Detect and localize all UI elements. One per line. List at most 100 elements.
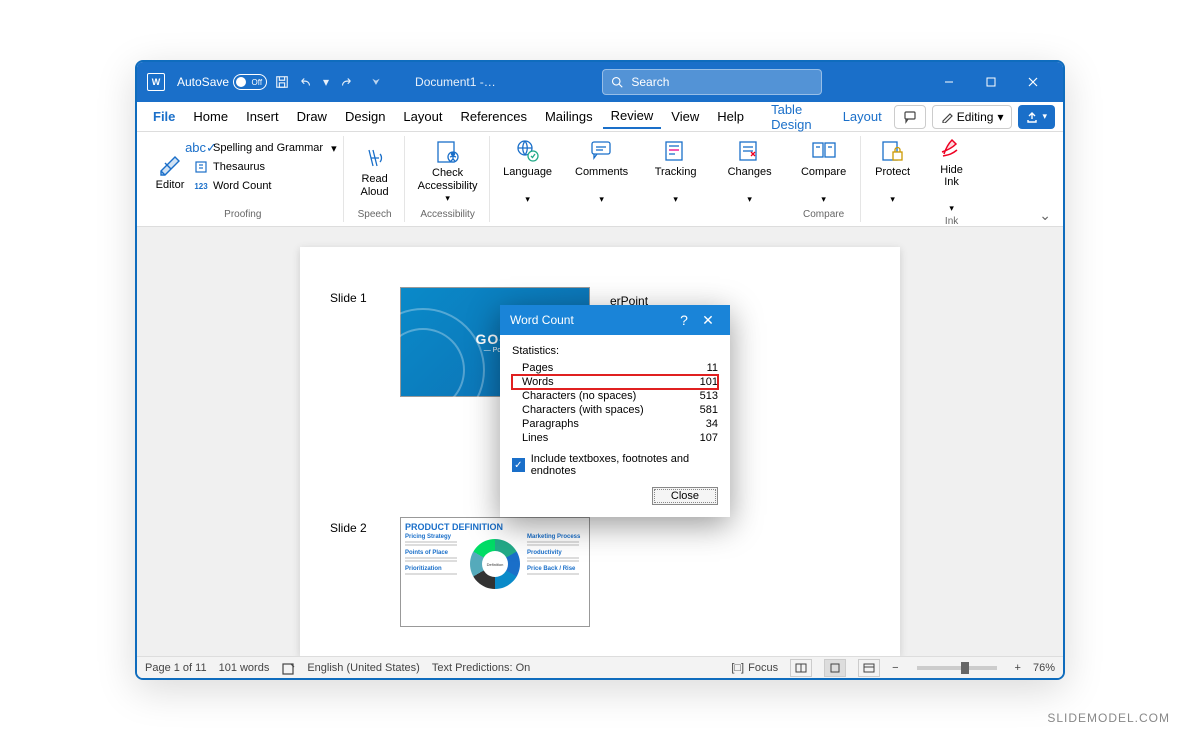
status-bar: Page 1 of 11 101 words English (United S… (137, 656, 1063, 678)
web-layout-view-button[interactable] (858, 659, 880, 677)
check-accessibility-button[interactable]: Check Accessibility ▾ (413, 136, 483, 207)
accessibility-icon (435, 139, 461, 165)
read-aloud-icon (362, 145, 388, 171)
chevron-down-icon: ▾ (821, 195, 826, 205)
read-mode-view-button[interactable] (790, 659, 812, 677)
comments-icon (589, 138, 615, 164)
checkbox-checked-icon: ✓ (512, 458, 525, 472)
tab-view[interactable]: View (663, 105, 707, 128)
dialog-close-button[interactable]: ✕ (696, 312, 720, 329)
qat-customize-icon[interactable]: ⮟ (367, 73, 385, 91)
editing-mode-dropdown[interactable]: Editing ▾ (932, 105, 1013, 129)
document-name[interactable]: Document1 -… (415, 75, 496, 89)
zoom-slider[interactable] (917, 666, 997, 670)
tab-home[interactable]: Home (185, 105, 236, 128)
stat-row-chars-space: Characters (with spaces)581 (512, 403, 718, 417)
group-proofing: Editor abc✓Spelling and Grammar▾ Thesaur… (143, 136, 344, 222)
thesaurus-icon (193, 159, 209, 175)
status-proofing-icon[interactable] (281, 661, 295, 675)
tab-file[interactable]: File (145, 105, 183, 128)
window-controls (929, 68, 1053, 96)
editor-icon (157, 151, 183, 177)
comments-button[interactable]: Comments▾ (572, 136, 632, 207)
protect-button[interactable]: Protect▾ (869, 136, 917, 207)
zoom-in-button[interactable]: + (1015, 662, 1021, 674)
stat-row-pages: Pages11 (512, 361, 718, 375)
group-tracking: Tracking▾ (640, 136, 712, 222)
chevron-down-icon: ▾ (1042, 111, 1047, 122)
thesaurus-button[interactable]: Thesaurus (193, 159, 337, 175)
autosave-toggle[interactable]: AutoSave Off (177, 74, 267, 90)
dialog-title-bar[interactable]: Word Count ? ✕ (500, 305, 730, 335)
include-textboxes-checkbox[interactable]: ✓ Include textboxes, footnotes and endno… (512, 453, 718, 477)
hide-ink-button[interactable]: Hide Ink▾ (931, 136, 973, 214)
share-button[interactable]: ▾ (1018, 105, 1055, 129)
collapse-ribbon-button[interactable]: ⌄ (1039, 207, 1051, 224)
tab-references[interactable]: References (452, 105, 534, 128)
tab-layout[interactable]: Layout (395, 105, 450, 128)
group-protect: Protect▾ (863, 136, 923, 222)
minimize-button[interactable] (929, 68, 969, 96)
group-label-speech: Speech (358, 207, 392, 222)
dialog-body: Statistics: Pages11 Words101 Characters … (500, 335, 730, 517)
tab-draw[interactable]: Draw (289, 105, 335, 128)
undo-dropdown-icon[interactable]: ▾ (321, 73, 331, 91)
group-comments: Comments▾ (566, 136, 638, 222)
group-label-proofing: Proofing (224, 207, 261, 222)
zoom-out-button[interactable]: − (892, 662, 898, 674)
tracking-button[interactable]: Tracking▾ (646, 136, 706, 207)
dialog-close-action-button[interactable]: Close (652, 487, 718, 505)
tab-table-layout[interactable]: Layout (835, 105, 890, 128)
focus-mode-button[interactable]: [□]Focus (731, 662, 778, 674)
close-window-button[interactable] (1013, 68, 1053, 96)
tab-insert[interactable]: Insert (238, 105, 287, 128)
group-language: Language▾ (492, 136, 564, 222)
chevron-down-icon: ▾ (997, 110, 1003, 124)
protect-icon (880, 138, 906, 164)
zoom-level[interactable]: 76% (1033, 662, 1055, 674)
read-aloud-button[interactable]: Read Aloud (352, 136, 398, 207)
group-ink: Hide Ink▾ Ink (925, 136, 979, 222)
status-words[interactable]: 101 words (219, 662, 270, 674)
tab-design[interactable]: Design (337, 105, 393, 128)
group-label-compare: Compare (803, 207, 844, 222)
autosave-label: AutoSave (177, 75, 229, 89)
chevron-down-icon: ▾ (673, 195, 678, 205)
status-text-predictions[interactable]: Text Predictions: On (432, 662, 530, 674)
hide-ink-icon (939, 136, 965, 162)
dialog-help-button[interactable]: ? (672, 312, 696, 328)
autosave-switch[interactable]: Off (233, 74, 267, 90)
changes-button[interactable]: Changes▾ (720, 136, 780, 207)
spelling-grammar-button[interactable]: abc✓Spelling and Grammar▾ (193, 140, 337, 156)
comments-chip[interactable] (894, 105, 926, 129)
status-page[interactable]: Page 1 of 11 (145, 662, 207, 674)
print-layout-view-button[interactable] (824, 659, 846, 677)
redo-icon[interactable] (337, 73, 355, 91)
wordcount-icon: 123 (193, 178, 209, 194)
status-language[interactable]: English (United States) (307, 662, 420, 674)
save-icon[interactable] (273, 73, 291, 91)
compare-button[interactable]: Compare▾ (794, 136, 854, 207)
chevron-down-icon: ▾ (331, 142, 337, 155)
group-changes: Changes▾ (714, 136, 786, 222)
word-count-dialog: Word Count ? ✕ Statistics: Pages11 Words… (500, 305, 730, 517)
maximize-button[interactable] (971, 68, 1011, 96)
checkbox-label: Include textboxes, footnotes and endnote… (531, 453, 718, 477)
watermark-text: SLIDEMODEL.COM (1047, 711, 1170, 725)
tab-mailings[interactable]: Mailings (537, 105, 601, 128)
stat-row-lines: Lines107 (512, 431, 718, 445)
undo-icon[interactable] (297, 73, 315, 91)
tab-table-design[interactable]: Table Design (763, 98, 833, 136)
word-app-icon[interactable]: W (147, 73, 165, 91)
tab-help[interactable]: Help (709, 105, 752, 128)
focus-icon: [□] (731, 662, 744, 674)
group-speech: Read Aloud Speech (346, 136, 405, 222)
chevron-down-icon: ▾ (445, 194, 450, 204)
tab-review[interactable]: Review (603, 104, 662, 129)
language-button[interactable]: Language▾ (498, 136, 558, 207)
group-label-accessibility: Accessibility (420, 207, 474, 222)
chevron-down-icon: ▾ (747, 195, 752, 205)
word-count-button[interactable]: 123Word Count (193, 178, 337, 194)
statistics-label: Statistics: (512, 345, 718, 357)
search-box[interactable]: Search (602, 69, 822, 95)
